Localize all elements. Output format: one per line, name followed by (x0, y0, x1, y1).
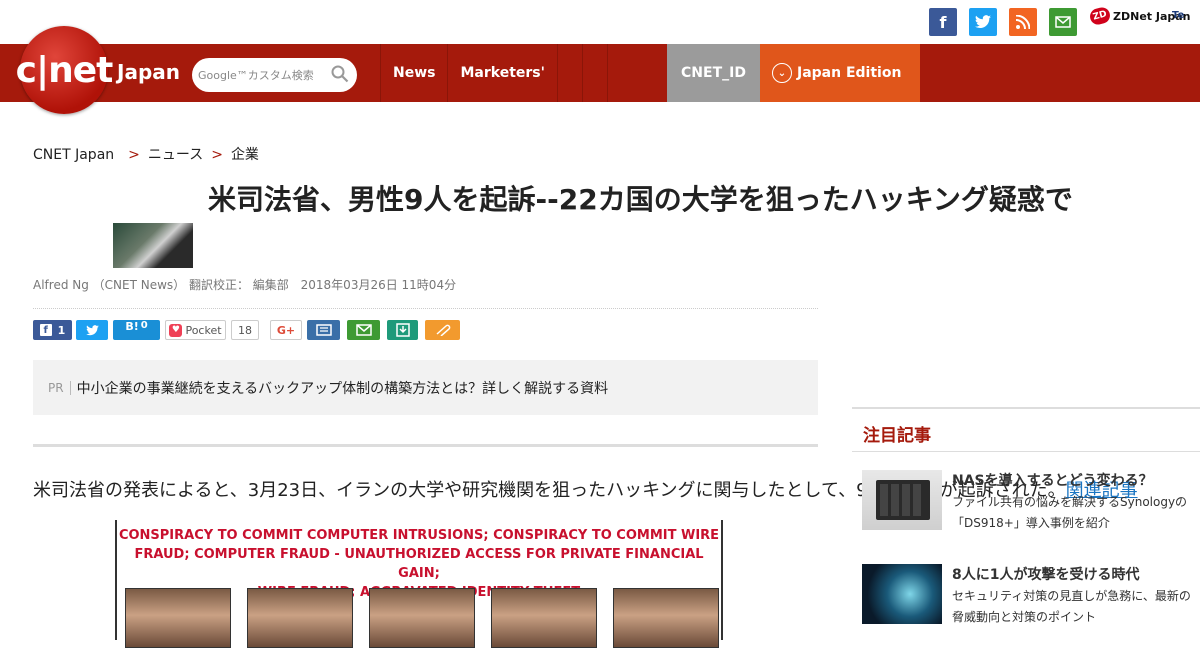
breadcrumb-item[interactable]: ニュース (148, 147, 203, 163)
partner-te-label: Te (1172, 10, 1185, 21)
facebook-icon: f (39, 324, 52, 336)
twitter-icon (85, 324, 99, 335)
facebook-icon[interactable]: f (929, 8, 957, 36)
suspect-photo (369, 588, 475, 648)
article-image: CONSPIRACY TO COMMIT COMPUTER INTRUSIONS… (115, 520, 723, 648)
poster-header-line: CONSPIRACY TO COMMIT COMPUTER INTRUSIONS… (118, 528, 720, 543)
print-icon[interactable] (307, 320, 340, 340)
chevron-down-icon: ⌄ (772, 63, 792, 83)
publish-date: 2018年03月26日 11時04分 (300, 278, 457, 292)
breadcrumb-item[interactable]: 企業 (231, 147, 259, 163)
sidebar-item-title[interactable]: NASを導入するとどう変わる？ (952, 470, 1153, 490)
pocket-share-count: 18 (231, 320, 259, 340)
top-bar: f ZD ZDNet Japan Te (0, 0, 1200, 44)
pr-banner[interactable]: PR 中小企業の事業継続を支えるバックアップ体制の構築方法とは？詳しく解説する資… (33, 360, 818, 415)
sidebar-divider (852, 407, 1200, 409)
rss-icon[interactable] (1009, 8, 1037, 36)
google-plus-icon[interactable]: G+ (270, 320, 302, 340)
suspect-photo (125, 588, 231, 648)
divider (33, 444, 818, 447)
author-image (113, 223, 193, 268)
search-input[interactable]: Google™カスタム検索 (192, 58, 357, 92)
nav-item-empty[interactable] (606, 44, 632, 102)
facebook-share-count: 1 (57, 323, 66, 337)
article-meta: Alfred Ng （CNET News） 翻訳校正： 編集部 2018年03月… (33, 276, 456, 293)
breadcrumb-item[interactable]: CNET Japan (33, 147, 114, 163)
sidebar-heading: 注目記事 (863, 426, 931, 446)
sidebar-thumbnail[interactable] (862, 470, 942, 530)
nav-item-marketers[interactable]: Marketers' (447, 44, 556, 102)
poster-header-line: FRAUD; COMPUTER FRAUD - UNAUTHORIZED ACC… (134, 547, 704, 581)
divider (33, 308, 818, 309)
save-icon[interactable] (387, 320, 418, 340)
pocket-share-button[interactable]: ♥ Pocket (165, 320, 226, 340)
clip-icon[interactable] (425, 320, 460, 340)
article-title: 米司法省、男性9人を起訴--22カ国の大学を狙ったハッキング疑惑で (208, 183, 1073, 216)
sidebar-thumbnail[interactable] (862, 564, 942, 624)
sidebar-item-desc: ファイル共有の悩みを解決するSynologyの「DS918+」導入事例を紹介 (952, 495, 1188, 530)
sidebar-item-title[interactable]: 8人に1人が攻撃を受ける時代 (952, 564, 1139, 584)
edition-selector[interactable]: ⌄ Japan Edition (760, 44, 920, 102)
nav-menu: News Marketers' (380, 44, 632, 102)
mail-icon[interactable] (347, 320, 380, 340)
logo-text: c|net (15, 49, 114, 91)
mail-icon[interactable] (1049, 8, 1077, 36)
sidebar-divider (852, 451, 1200, 452)
search-icon[interactable] (331, 65, 349, 87)
logo-japan-label: Japan (117, 60, 180, 84)
pocket-icon: ♥ (169, 323, 183, 337)
hatena-share-count: 0 (140, 320, 148, 331)
pr-tag: PR (48, 380, 71, 395)
nav-item-news[interactable]: News (380, 44, 447, 102)
twitter-share-button[interactable] (76, 320, 108, 340)
suspect-photo (491, 588, 597, 648)
suspect-photo (613, 588, 719, 648)
pr-text[interactable]: 中小企業の事業継続を支えるバックアップ体制の構築方法とは？詳しく解説する資料 (77, 378, 609, 398)
hatena-icon: B! (125, 320, 139, 333)
partner-link-te[interactable]: Te (1172, 10, 1184, 21)
suspect-photo (247, 588, 353, 648)
breadcrumb: CNET Japan > ニュース > 企業 (33, 144, 259, 164)
breadcrumb-separator: > (128, 147, 140, 163)
pocket-label: Pocket (185, 323, 222, 337)
cnet-logo[interactable]: c|net (16, 26, 113, 114)
search-placeholder: Google™カスタム検索 (198, 69, 314, 82)
twitter-icon[interactable] (969, 8, 997, 36)
nav-item-empty[interactable] (581, 44, 607, 102)
edition-label: Japan Edition (797, 65, 902, 81)
byline: Alfred Ng （CNET News） 翻訳校正： 編集部 (33, 278, 289, 292)
facebook-share-button[interactable]: f1 (33, 320, 72, 340)
nav-item-empty[interactable] (556, 44, 582, 102)
poster-photos (125, 588, 719, 648)
hatena-share-button[interactable]: B! 0 (113, 320, 160, 340)
sidebar-item-desc: セキュリティ対策の見直しが急務に、最新の脅威動向と対策のポイント (952, 589, 1191, 624)
breadcrumb-separator: > (211, 147, 223, 163)
cnet-id-button[interactable]: CNET_ID (667, 44, 760, 102)
